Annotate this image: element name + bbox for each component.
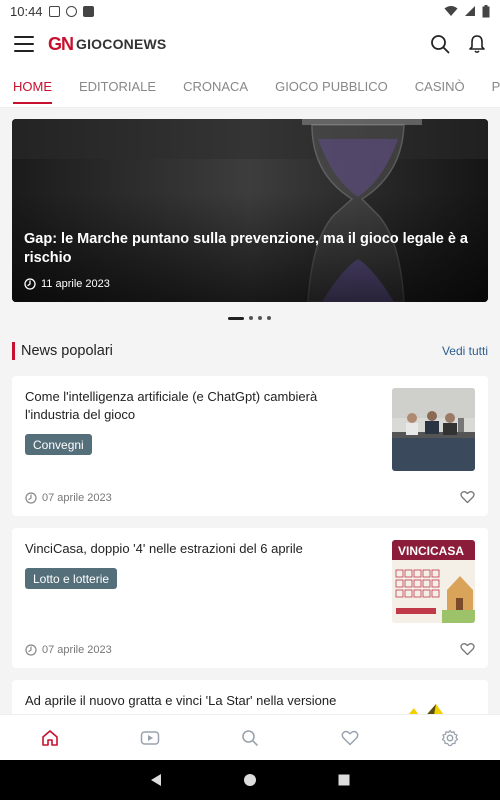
sd-card-icon	[82, 5, 94, 17]
hero-date-text: 11 aprile 2023	[41, 278, 110, 290]
nav-search[interactable]	[230, 718, 270, 758]
news-card-date: 07 aprile 2023	[25, 644, 112, 656]
heart-icon	[341, 730, 359, 745]
hero-article[interactable]: Gap: le Marche puntano sulla prevenzione…	[12, 119, 488, 302]
news-card-title: VinciCasa, doppio '4' nelle estrazioni d…	[25, 541, 303, 556]
section-accent-bar	[12, 342, 15, 360]
news-card-thumbnail	[392, 388, 475, 471]
clock-icon	[25, 492, 37, 504]
carousel-dot[interactable]	[228, 316, 244, 320]
app-logo: GN GIOCONEWS	[48, 34, 166, 55]
news-card-date-text: 07 aprile 2023	[42, 644, 112, 656]
tab-editoriale[interactable]: EDITORIALE	[79, 66, 156, 107]
section-title: News popolari	[21, 343, 113, 359]
tab-poker[interactable]: POKER	[492, 66, 500, 107]
news-card-tag[interactable]: Lotto e lotterie	[25, 568, 118, 589]
clock-icon	[25, 644, 37, 656]
carousel-dot[interactable]	[267, 316, 271, 320]
news-card[interactable]: VinciCasa, doppio '4' nelle estrazioni d…	[12, 528, 488, 668]
notification-icon	[48, 5, 60, 17]
search-icon	[242, 729, 258, 746]
news-card-date-text: 07 aprile 2023	[42, 492, 112, 504]
clock-icon	[24, 278, 36, 290]
home-icon	[42, 729, 58, 746]
notification-icon	[65, 5, 77, 17]
recents-icon[interactable]	[337, 773, 351, 787]
tab-gioco-pubblico[interactable]: GIOCO PUBBLICO	[275, 66, 388, 107]
nav-settings[interactable]	[430, 718, 470, 758]
news-card[interactable]: Ad aprile il nuovo gratta e vinci 'La St…	[12, 680, 488, 714]
news-card-title: Come l'intelligenza artificiale (e ChatG…	[25, 389, 318, 422]
nav-home[interactable]	[30, 718, 70, 758]
hero-date: 11 aprile 2023	[24, 278, 110, 290]
back-icon[interactable]	[149, 773, 163, 787]
heart-icon[interactable]	[460, 642, 475, 656]
thumb-logo-text: VINCICASA	[398, 544, 464, 558]
category-tabs: HOME EDITORIALE CRONACA GIOCO PUBBLICO C…	[0, 66, 500, 108]
news-card-title: Ad aprile il nuovo gratta e vinci 'La St…	[25, 693, 337, 708]
search-icon[interactable]	[430, 34, 450, 54]
tab-casino[interactable]: CASINÒ	[415, 66, 465, 107]
heart-icon[interactable]	[460, 490, 475, 504]
nav-video[interactable]	[130, 718, 170, 758]
carousel-dot[interactable]	[249, 316, 253, 320]
battery-icon	[482, 4, 490, 17]
bottom-navigation	[0, 714, 500, 760]
tab-cronaca[interactable]: CRONACA	[183, 66, 248, 107]
logo-text: GIOCONEWS	[76, 36, 167, 52]
news-card[interactable]: Come l'intelligenza artificiale (e ChatG…	[12, 376, 488, 516]
video-icon	[140, 730, 160, 745]
feed[interactable]: Gap: le Marche puntano sulla prevenzione…	[0, 108, 500, 714]
logo-mark: GN	[48, 33, 74, 54]
system-navigation-bar	[0, 760, 500, 800]
app-header: GN GIOCONEWS	[0, 22, 500, 66]
popular-section-header: News popolari Vedi tutti	[12, 341, 488, 361]
status-bar: 10:44	[0, 0, 500, 22]
settings-icon	[441, 729, 459, 746]
nav-favorites[interactable]	[330, 718, 370, 758]
see-all-link[interactable]: Vedi tutti	[442, 344, 488, 358]
news-card-date: 07 aprile 2023	[25, 492, 112, 504]
carousel-dot[interactable]	[258, 316, 262, 320]
carousel-indicator	[228, 316, 271, 320]
status-time: 10:44	[10, 3, 43, 19]
wifi-icon	[444, 6, 458, 16]
hero-image	[12, 119, 488, 302]
menu-button[interactable]	[14, 36, 34, 52]
signal-icon	[465, 6, 475, 16]
home-button-icon[interactable]	[243, 773, 257, 787]
bell-icon[interactable]	[468, 34, 486, 54]
news-card-tag[interactable]: Convegni	[25, 434, 92, 455]
tab-home[interactable]: HOME	[13, 66, 52, 107]
news-card-thumbnail: VINCICASA	[392, 540, 475, 623]
news-card-thumbnail	[392, 692, 475, 714]
hero-title: Gap: le Marche puntano sulla prevenzione…	[24, 231, 468, 266]
